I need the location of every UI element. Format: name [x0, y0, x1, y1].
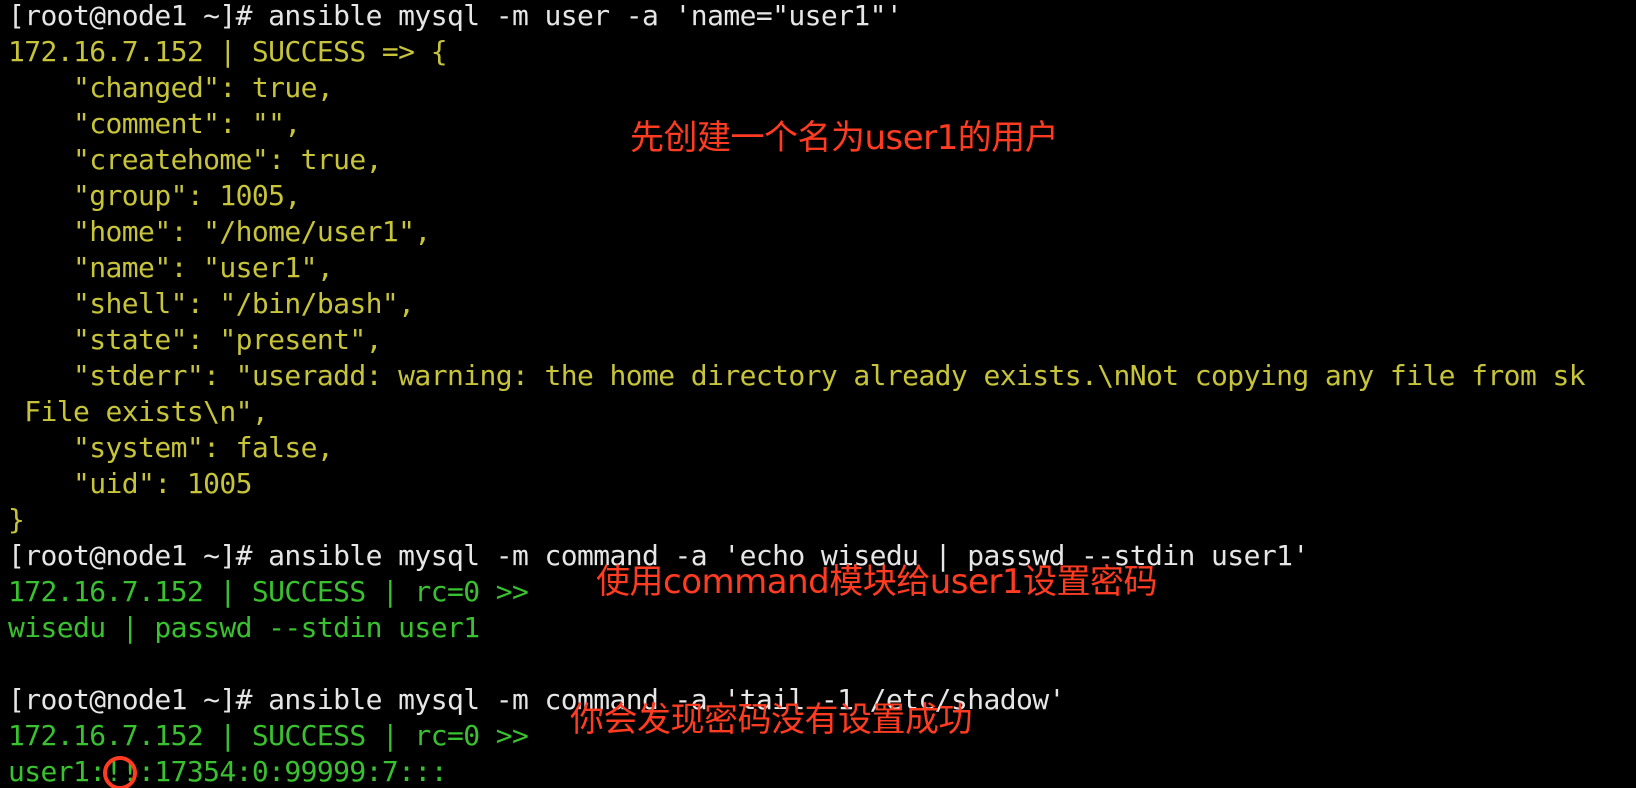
annotation-password-not-set: 你会发现密码没有设置成功 [570, 700, 973, 740]
output-line: "home": "/home/user1", [8, 215, 431, 248]
highlight-circle-marker [103, 756, 137, 788]
annotation-set-password: 使用command模块给user1设置密码 [596, 562, 1158, 602]
output-line: 172.16.7.152 | SUCCESS | rc=0 >> [8, 575, 529, 608]
output-line: "state": "present", [8, 323, 383, 356]
output-line: "name": "user1", [8, 251, 334, 284]
output-line: "comment": "", [8, 107, 301, 140]
output-line: } [8, 503, 25, 536]
output-line: "stderr": "useradd: warning: the home di… [8, 359, 1586, 392]
output-line: 172.16.7.152 | SUCCESS => { [8, 35, 448, 68]
output-line: 172.16.7.152 | SUCCESS | rc=0 >> [8, 719, 529, 752]
output-line: File exists\n", [8, 395, 269, 428]
shadow-entry-line: user1:!!:17354:0:99999:7::: [8, 755, 448, 788]
output-line: "changed": true, [8, 71, 334, 104]
annotation-create-user: 先创建一个名为user1的用户 [630, 118, 1059, 158]
output-line: "createhome": true, [8, 143, 383, 176]
prompt-line: [root@node1 ~]# ansible mysql -m user -a… [8, 0, 903, 32]
output-line: "group": 1005, [8, 179, 301, 212]
output-line: "system": false, [8, 431, 334, 464]
output-line: "uid": 1005 [8, 467, 252, 500]
output-line: wisedu | passwd --stdin user1 [8, 611, 480, 644]
terminal-window[interactable]: [root@node1 ~]# ansible mysql -m user -a… [0, 0, 1636, 788]
output-line: "shell": "/bin/bash", [8, 287, 415, 320]
